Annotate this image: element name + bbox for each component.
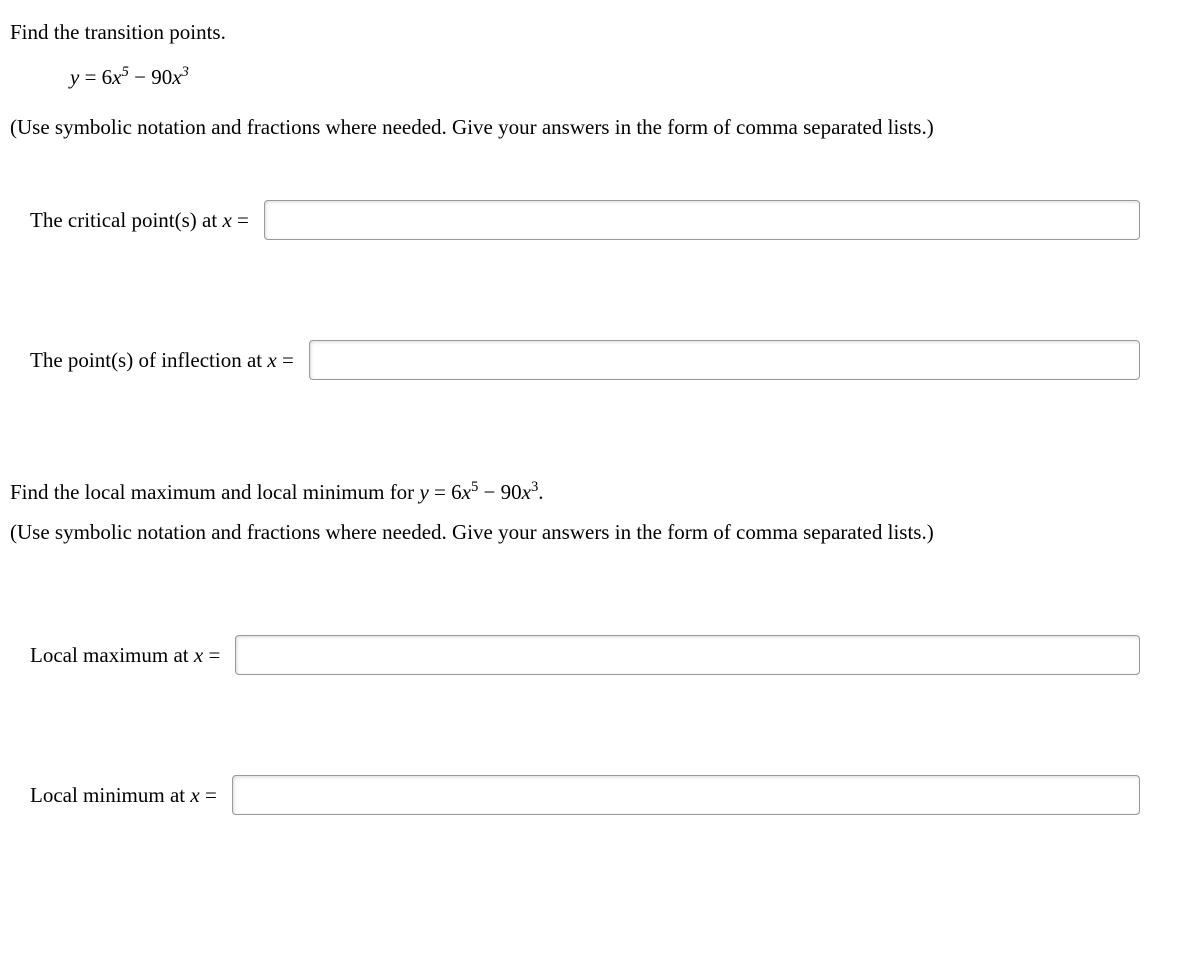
- prompt2-var2: x: [522, 480, 531, 504]
- equation-var-y: y: [70, 65, 79, 89]
- local-max-label: Local maximum at x =: [30, 643, 220, 668]
- equation-minus: −: [129, 65, 151, 89]
- equation-exp2: 3: [182, 64, 189, 80]
- inflection-points-label: The point(s) of inflection at x =: [30, 348, 294, 373]
- inflection-points-row: The point(s) of inflection at x =: [10, 340, 1190, 380]
- prompt2-minus: −: [478, 480, 500, 504]
- prompt2-suffix: .: [538, 480, 543, 504]
- inflection-label-suffix: =: [277, 348, 294, 372]
- critical-points-row: The critical point(s) at x =: [10, 200, 1190, 240]
- localmax-label-prefix: Local maximum at: [30, 643, 194, 667]
- prompt2-prefix: Find the local maximum and local minimum…: [10, 480, 419, 504]
- critical-label-var: x: [222, 208, 231, 232]
- prompt2-eq: =: [429, 480, 451, 504]
- equation-var1: x: [112, 65, 121, 89]
- equation-display-1: y = 6x5 − 90x3: [70, 65, 1190, 90]
- localmin-label-suffix: =: [200, 783, 217, 807]
- critical-points-label: The critical point(s) at x =: [30, 208, 249, 233]
- local-max-row: Local maximum at x =: [10, 635, 1190, 675]
- critical-label-suffix: =: [232, 208, 249, 232]
- equation-coef2: 90: [151, 65, 172, 89]
- local-min-label: Local minimum at x =: [30, 783, 217, 808]
- prompt2-coef1: 6: [451, 480, 462, 504]
- local-min-row: Local minimum at x =: [10, 775, 1190, 815]
- localmin-label-var: x: [190, 783, 199, 807]
- critical-points-input[interactable]: [264, 200, 1140, 240]
- localmax-label-suffix: =: [203, 643, 220, 667]
- instruction-1: (Use symbolic notation and fractions whe…: [10, 115, 1190, 140]
- inflection-label-var: x: [267, 348, 276, 372]
- equation-coef1: 6: [102, 65, 113, 89]
- prompt2-coef2: 90: [501, 480, 522, 504]
- critical-label-prefix: The critical point(s) at: [30, 208, 222, 232]
- inflection-label-prefix: The point(s) of inflection at: [30, 348, 267, 372]
- local-max-input[interactable]: [235, 635, 1140, 675]
- prompt2-var-y: y: [419, 480, 428, 504]
- instruction-2: (Use symbolic notation and fractions whe…: [10, 520, 1190, 545]
- question-prompt-2: Find the local maximum and local minimum…: [10, 480, 1190, 505]
- local-min-input[interactable]: [232, 775, 1140, 815]
- equation-exp1: 5: [122, 64, 129, 80]
- localmax-label-var: x: [194, 643, 203, 667]
- equation-var2: x: [172, 65, 181, 89]
- question-prompt-1: Find the transition points.: [10, 20, 1190, 45]
- inflection-points-input[interactable]: [309, 340, 1140, 380]
- prompt2-var1: x: [462, 480, 471, 504]
- localmin-label-prefix: Local minimum at: [30, 783, 190, 807]
- equation-equals: =: [79, 65, 101, 89]
